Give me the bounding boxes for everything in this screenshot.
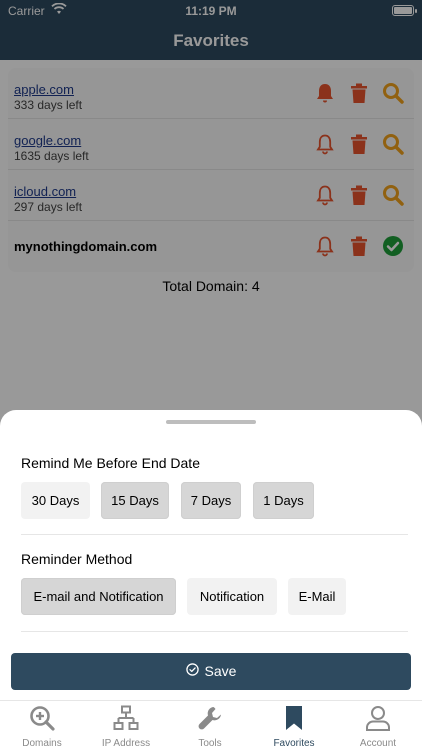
section-divider [21, 534, 408, 535]
user-icon [365, 705, 391, 731]
save-button-label: Save [204, 663, 237, 679]
remind-option-7-days[interactable]: 7 Days [181, 482, 241, 519]
save-button[interactable]: Save [11, 653, 411, 690]
tab-favorites[interactable]: Favorites [252, 701, 336, 750]
method-option-notification[interactable]: Notification [187, 578, 277, 615]
remind-option-30-days[interactable]: 30 Days [21, 482, 90, 519]
tab-label: Favorites [273, 738, 315, 749]
zoom-in-icon [29, 705, 55, 731]
tab-label: Tools [198, 738, 222, 749]
network-icon [113, 705, 139, 731]
tab-label: IP Address [101, 738, 151, 749]
tab-label: Account [359, 738, 397, 749]
method-option-email[interactable]: E-Mail [288, 578, 346, 615]
tab-label: Domains [22, 738, 62, 749]
remind-section-title: Remind Me Before End Date [21, 455, 200, 471]
tab-domains[interactable]: Domains [0, 701, 84, 750]
method-section-title: Reminder Method [21, 551, 133, 567]
remind-option-15-days[interactable]: 15 Days [101, 482, 169, 519]
tab-account[interactable]: Account [336, 701, 420, 750]
tab-ip-address[interactable]: IP Address [84, 701, 168, 750]
sheet-grabber[interactable] [166, 420, 256, 424]
section-divider [21, 631, 408, 632]
reminder-sheet: Remind Me Before End Date 30 Days 15 Day… [0, 410, 422, 700]
tab-tools[interactable]: Tools [168, 701, 252, 750]
tab-bar: Domains IP Address Tools Favorites Accou… [0, 700, 422, 750]
remind-option-1-days[interactable]: 1 Days [253, 482, 314, 519]
check-circle-icon [185, 653, 199, 690]
wrench-icon [197, 705, 223, 731]
bookmark-icon [281, 705, 307, 731]
method-option-email-and-notification[interactable]: E-mail and Notification [21, 578, 176, 615]
